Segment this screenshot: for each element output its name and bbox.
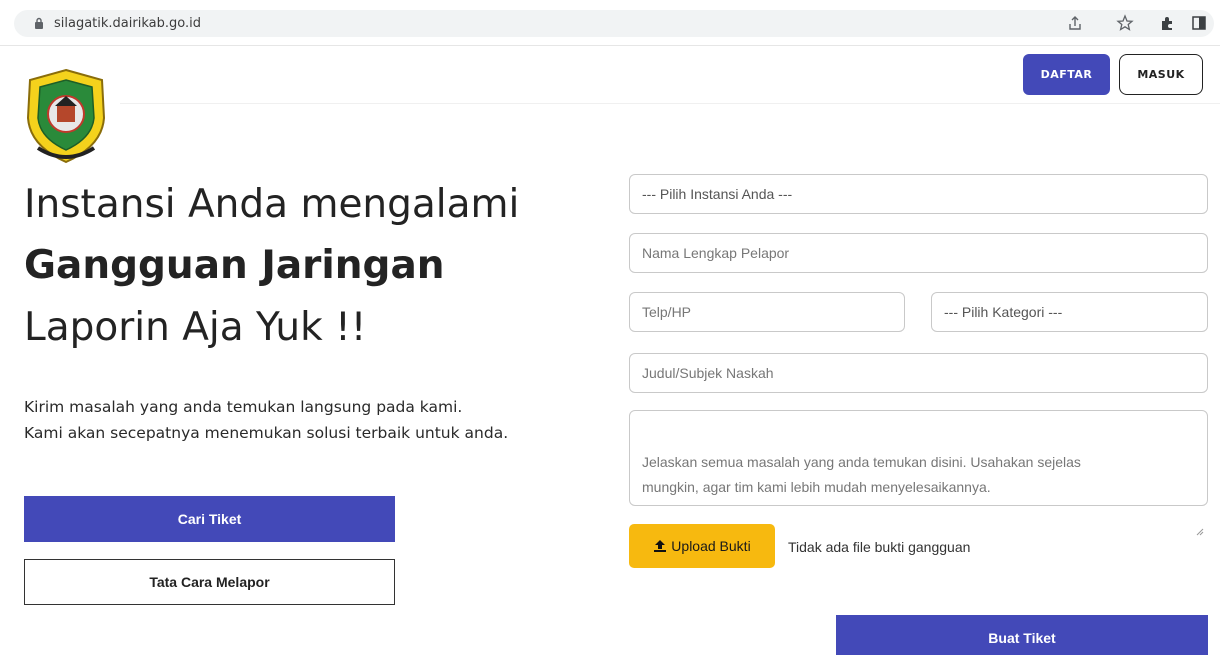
telp-placeholder: Telp/HP	[642, 304, 692, 320]
hero-description-line1: Kirim masalah yang anda temukan langsung…	[24, 398, 463, 416]
url-text[interactable]: silagatik.dairikab.go.id	[54, 16, 201, 31]
upload-bukti-label: Upload Bukti	[671, 538, 751, 554]
hero-title-line1: Instansi Anda mengalami	[24, 182, 520, 227]
hero-title-line3: Laporin Aja Yuk !!	[24, 305, 367, 350]
buat-tiket-button[interactable]: Buat Tiket	[836, 615, 1208, 655]
nama-pelapor-placeholder: Nama Lengkap Pelapor	[642, 245, 790, 261]
share-icon[interactable]	[1066, 14, 1084, 32]
cari-tiket-button[interactable]: Cari Tiket	[24, 496, 395, 542]
instansi-select-value: --- Pilih Instansi Anda ---	[642, 186, 793, 202]
side-panel-icon[interactable]	[1190, 14, 1208, 32]
browser-address-bar: silagatik.dairikab.go.id	[0, 0, 1220, 46]
hero-description-line2: Kami akan secepatnya menemukan solusi te…	[24, 424, 509, 442]
upload-icon	[653, 539, 667, 553]
telp-input[interactable]: Telp/HP	[629, 292, 905, 332]
kategori-select-value: --- Pilih Kategori ---	[944, 304, 1063, 320]
tata-cara-melapor-button[interactable]: Tata Cara Melapor	[24, 559, 395, 605]
kategori-select[interactable]: --- Pilih Kategori ---	[931, 292, 1208, 332]
extensions-icon[interactable]	[1159, 14, 1177, 32]
upload-bukti-button[interactable]: Upload Bukti	[629, 524, 775, 568]
star-icon[interactable]	[1116, 14, 1134, 32]
daftar-button[interactable]: DAFTAR	[1023, 54, 1110, 95]
header-divider	[120, 103, 1220, 104]
hero-title-line2: Gangguan Jaringan	[24, 243, 445, 288]
masalah-textarea[interactable]: Jelaskan semua masalah yang anda temukan…	[629, 410, 1208, 536]
masuk-button[interactable]: MASUK	[1119, 54, 1203, 95]
lock-icon[interactable]	[34, 17, 44, 30]
upload-status-text: Tidak ada file bukti gangguan	[788, 539, 971, 555]
instansi-select[interactable]: --- Pilih Instansi Anda ---	[629, 174, 1208, 214]
judul-placeholder: Judul/Subjek Naskah	[642, 365, 774, 381]
judul-input[interactable]: Judul/Subjek Naskah	[629, 353, 1208, 393]
masalah-placeholder: Jelaskan semua masalah yang anda temukan…	[642, 454, 1081, 495]
resize-handle-icon[interactable]	[1196, 494, 1204, 536]
url-field[interactable]: silagatik.dairikab.go.id	[14, 10, 1214, 37]
regency-crest-logo[interactable]	[24, 66, 108, 166]
nama-pelapor-input[interactable]: Nama Lengkap Pelapor	[629, 233, 1208, 273]
